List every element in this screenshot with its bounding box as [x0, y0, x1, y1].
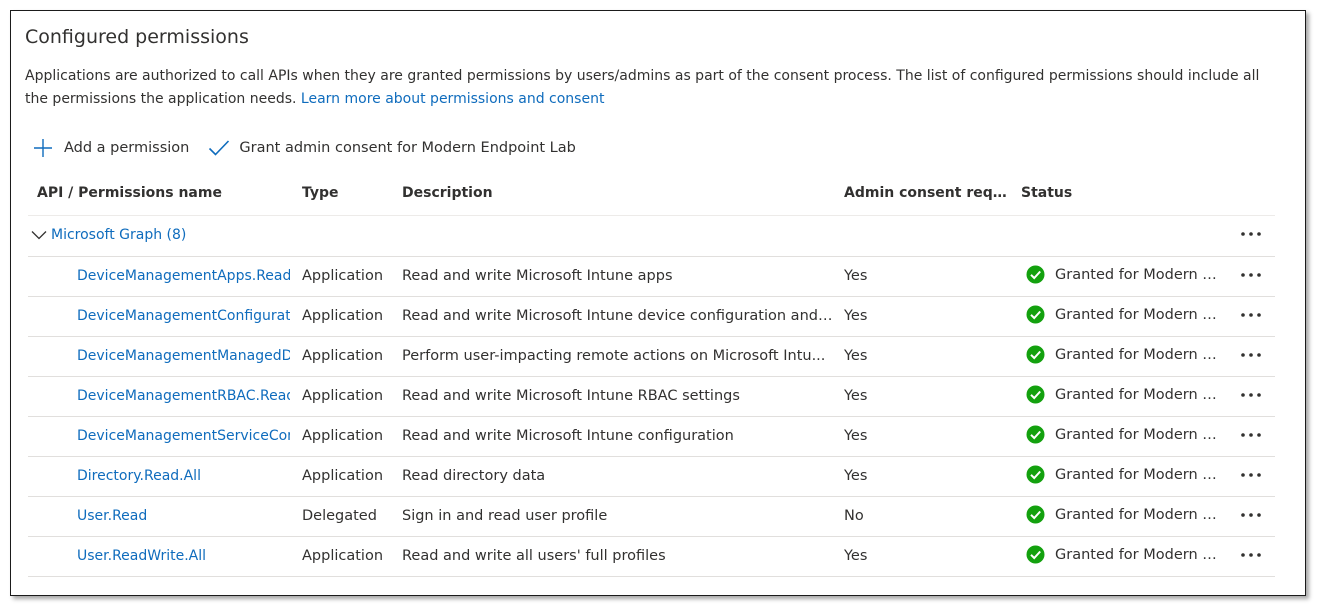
column-header-admin-consent[interactable]: Admin consent requ...: [844, 185, 1014, 201]
check-circle-icon: [1026, 425, 1045, 444]
check-circle-icon: [1026, 305, 1045, 324]
description-text: Applications are authorized to call APIs…: [25, 68, 1260, 107]
check-circle-icon: [1026, 385, 1045, 404]
column-header-description[interactable]: Description: [402, 185, 493, 201]
permission-type: Delegated: [302, 508, 377, 524]
more-icon[interactable]: [1238, 268, 1264, 282]
page-title: Configured permissions: [25, 26, 249, 48]
plus-icon: [34, 139, 52, 157]
group-label: Microsoft Graph (8): [51, 227, 187, 243]
permission-type: Application: [302, 348, 384, 364]
permission-description: Read and write Microsoft Intune RBAC set…: [402, 388, 740, 404]
permission-name-link[interactable]: DeviceManagementServiceConfi: [77, 428, 290, 444]
more-icon[interactable]: [1238, 227, 1264, 241]
permissions-table: API / Permissions name Type Description …: [28, 173, 1275, 577]
column-header-status[interactable]: Status: [1021, 185, 1072, 201]
permission-type: Application: [302, 308, 384, 324]
check-circle-icon: [1026, 345, 1045, 364]
learn-more-link[interactable]: Learn more about permissions and consent: [301, 91, 605, 107]
add-permission-label: Add a permission: [64, 140, 190, 156]
status-text: Granted for Modern En...: [1055, 386, 1222, 403]
more-icon[interactable]: [1238, 428, 1264, 442]
status-text: Granted for Modern En...: [1055, 346, 1222, 363]
table-body: DeviceManagementApps.ReadW Application R…: [28, 257, 1275, 577]
permission-description: Read and write Microsoft Intune device c…: [402, 308, 834, 324]
section-description: Applications are authorized to call APIs…: [25, 65, 1275, 110]
admin-consent-required: Yes: [844, 548, 868, 564]
admin-consent-required: No: [844, 508, 864, 524]
more-icon[interactable]: [1238, 468, 1264, 482]
admin-consent-required: Yes: [844, 468, 868, 484]
table-row: DeviceManagementConfiguratic Application…: [28, 297, 1275, 337]
permission-name-link[interactable]: DeviceManagementConfiguratic: [77, 308, 290, 324]
more-icon[interactable]: [1238, 508, 1264, 522]
check-circle-icon: [1026, 505, 1045, 524]
table-row: DeviceManagementRBAC.ReadV Application R…: [28, 377, 1275, 417]
admin-consent-required: Yes: [844, 348, 868, 364]
add-permission-button[interactable]: Add a permission: [33, 138, 189, 158]
more-icon[interactable]: [1238, 308, 1264, 322]
permission-type: Application: [302, 468, 384, 484]
more-icon[interactable]: [1238, 388, 1264, 402]
permission-name-link[interactable]: Directory.Read.All: [77, 468, 290, 484]
table-row: DeviceManagementApps.ReadW Application R…: [28, 257, 1275, 297]
permission-type: Application: [302, 428, 384, 444]
more-icon[interactable]: [1238, 348, 1264, 362]
table-row: DeviceManagementServiceConfi Application…: [28, 417, 1275, 457]
status-badge: Granted for Modern En...: [1026, 425, 1222, 444]
permission-name-link[interactable]: DeviceManagementManagedDe: [77, 348, 290, 364]
table-header: API / Permissions name Type Description …: [28, 173, 1275, 216]
table-row: DeviceManagementManagedDe Application Pe…: [28, 337, 1275, 377]
configured-permissions-panel: Configured permissions Applications are …: [10, 10, 1306, 596]
admin-consent-required: Yes: [844, 388, 868, 404]
permission-name-link[interactable]: User.ReadWrite.All: [77, 548, 290, 564]
column-header-api-name[interactable]: API / Permissions name: [37, 185, 222, 201]
permission-name-link[interactable]: User.Read: [77, 508, 290, 524]
permission-description: Sign in and read user profile: [402, 508, 608, 524]
check-circle-icon: [1026, 465, 1045, 484]
status-badge: Granted for Modern En...: [1026, 305, 1222, 324]
admin-consent-required: Yes: [844, 268, 868, 284]
status-text: Granted for Modern En...: [1055, 546, 1222, 563]
permission-description: Read and write Microsoft Intune configur…: [402, 428, 734, 444]
status-text: Granted for Modern En...: [1055, 426, 1222, 443]
status-text: Granted for Modern En...: [1055, 466, 1222, 483]
status-badge: Granted for Modern En...: [1026, 265, 1222, 284]
table-row: Directory.Read.All Application Read dire…: [28, 457, 1275, 497]
toolbar: Add a permission Grant admin consent for…: [33, 137, 576, 159]
checkmark-icon: [209, 140, 230, 156]
permission-type: Application: [302, 268, 384, 284]
permission-description: Read and write Microsoft Intune apps: [402, 268, 673, 284]
column-header-type[interactable]: Type: [302, 185, 339, 201]
more-icon[interactable]: [1238, 548, 1264, 562]
status-badge: Granted for Modern En...: [1026, 345, 1222, 364]
check-circle-icon: [1026, 545, 1045, 564]
table-row: User.ReadWrite.All Application Read and …: [28, 537, 1275, 577]
status-badge: Granted for Modern En...: [1026, 545, 1222, 564]
chevron-down-icon: [31, 231, 47, 240]
permission-description: Perform user-impacting remote actions on…: [402, 348, 826, 364]
group-row-microsoft-graph: Microsoft Graph (8): [28, 216, 1275, 257]
status-text: Granted for Modern En...: [1055, 506, 1222, 523]
admin-consent-required: Yes: [844, 308, 868, 324]
permission-name-link[interactable]: DeviceManagementApps.ReadW: [77, 268, 290, 284]
table-row: User.Read Delegated Sign in and read use…: [28, 497, 1275, 537]
permission-description: Read directory data: [402, 468, 546, 484]
permission-type: Application: [302, 548, 384, 564]
status-text: Granted for Modern En...: [1055, 306, 1222, 323]
status-badge: Granted for Modern En...: [1026, 465, 1222, 484]
status-badge: Granted for Modern En...: [1026, 505, 1222, 524]
permission-type: Application: [302, 388, 384, 404]
grant-admin-consent-button[interactable]: Grant admin consent for Modern Endpoint …: [208, 138, 576, 158]
admin-consent-required: Yes: [844, 428, 868, 444]
permission-description: Read and write all users' full profiles: [402, 548, 666, 564]
permission-name-link[interactable]: DeviceManagementRBAC.ReadV: [77, 388, 290, 404]
group-toggle[interactable]: Microsoft Graph (8): [30, 227, 186, 243]
grant-admin-consent-label: Grant admin consent for Modern Endpoint …: [239, 140, 576, 156]
status-badge: Granted for Modern En...: [1026, 385, 1222, 404]
status-text: Granted for Modern En...: [1055, 266, 1222, 283]
check-circle-icon: [1026, 265, 1045, 284]
